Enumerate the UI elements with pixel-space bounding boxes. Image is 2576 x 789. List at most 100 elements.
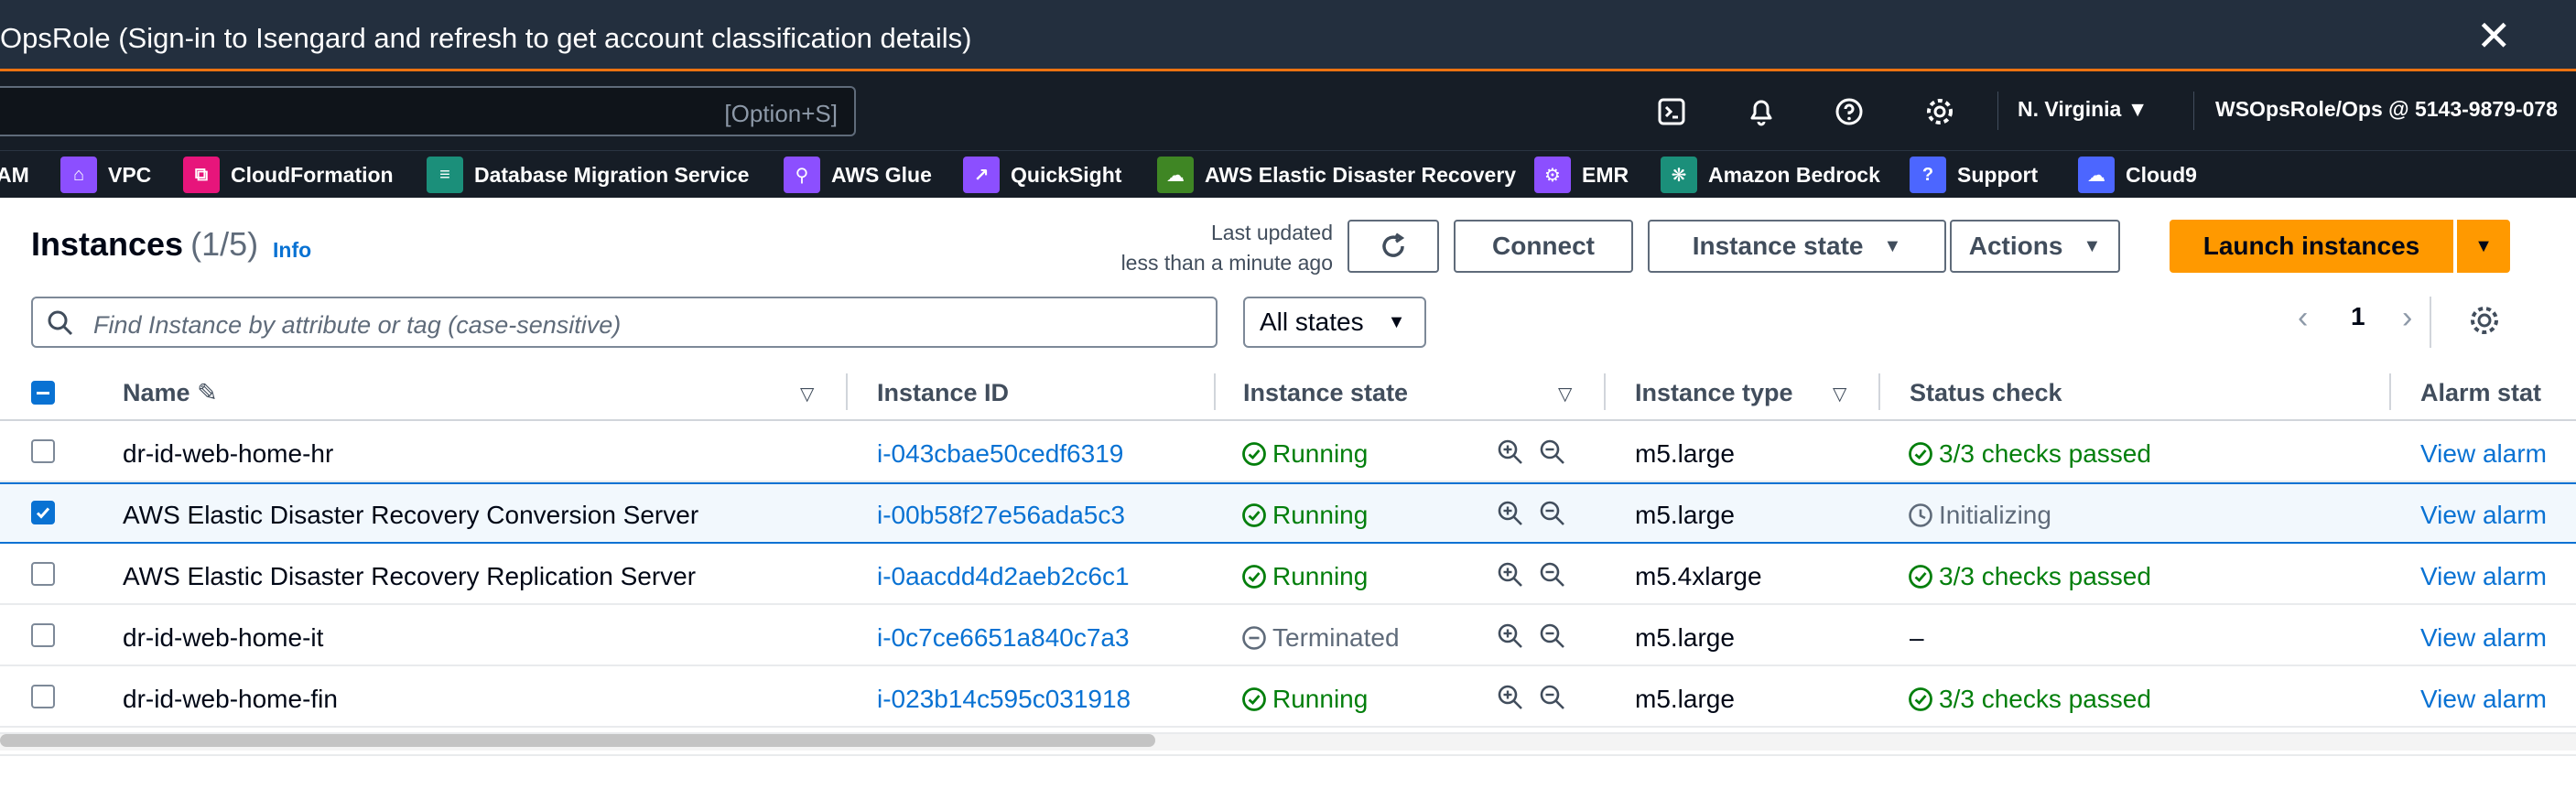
info-link[interactable]: Info bbox=[273, 238, 311, 263]
status-check: 3/3 checks passed bbox=[1908, 562, 2151, 591]
favorite-cloudformation[interactable]: ⧉ CloudFormation bbox=[183, 157, 394, 193]
favorite-elastic-disaster-recovery[interactable]: ☁ AWS Elastic Disaster Recovery bbox=[1157, 157, 1516, 193]
row-checkbox[interactable] bbox=[31, 439, 55, 463]
search-input[interactable]: Find Instance by attribute or tag (case-… bbox=[31, 297, 1218, 348]
account-banner: OpsRole (Sign-in to Isengard and refresh… bbox=[0, 0, 2576, 71]
current-page[interactable]: 1 bbox=[2351, 302, 2365, 331]
instance-id-link[interactable]: i-043cbae50cedf6319 bbox=[877, 439, 1123, 469]
column-alarm-status[interactable]: Alarm stat bbox=[2420, 379, 2541, 407]
favorite-label: VPC bbox=[108, 162, 152, 187]
scrollbar-thumb[interactable] bbox=[0, 734, 1155, 747]
instance-state-label: Instance state bbox=[1692, 232, 1864, 260]
states-select[interactable]: All states ▼ bbox=[1243, 297, 1426, 348]
zoom-out-icon[interactable] bbox=[1538, 499, 1567, 528]
table-row[interactable]: AWS Elastic Disaster Recovery Conversion… bbox=[0, 482, 2576, 544]
account-menu[interactable]: WSOpsRole/Ops @ 5143-9879-078 bbox=[2215, 97, 2558, 122]
launch-instances-button[interactable]: Launch instances bbox=[2170, 220, 2453, 273]
instance-name: AWS Elastic Disaster Recovery Conversion… bbox=[123, 501, 699, 529]
instance-state-dropdown[interactable]: Instance state ▼ bbox=[1648, 220, 1946, 273]
search-input[interactable]: [Option+S] bbox=[0, 86, 856, 136]
favorite-iam[interactable]: AM bbox=[0, 157, 29, 193]
column-instance-type[interactable]: Instance type bbox=[1635, 379, 1793, 407]
favorite-quicksight[interactable]: ↗ QuickSight bbox=[963, 157, 1121, 193]
filter-caret-icon[interactable]: ▽ bbox=[1833, 383, 1846, 405]
instances-panel: Instances (1/5) Info Last updated less th… bbox=[0, 198, 2576, 789]
nav-divider bbox=[2193, 92, 2194, 130]
zoom-in-icon[interactable] bbox=[1496, 438, 1525, 467]
last-updated-value: less than a minute ago bbox=[1120, 251, 1333, 275]
column-divider bbox=[1604, 373, 1606, 410]
close-icon[interactable]: ✕ bbox=[2476, 15, 2512, 57]
settings-icon[interactable] bbox=[1921, 93, 1958, 130]
favorite-cloud9[interactable]: ☁ Cloud9 bbox=[2078, 157, 2197, 193]
zoom-in-icon[interactable] bbox=[1496, 621, 1525, 651]
table-row[interactable]: dr-id-web-home-fin i-023b14c595c031918 R… bbox=[0, 666, 2576, 728]
row-checkbox[interactable] bbox=[31, 501, 55, 524]
cloudshell-icon[interactable] bbox=[1653, 93, 1690, 130]
instance-id-link[interactable]: i-023b14c595c031918 bbox=[877, 685, 1131, 714]
status-check-text: – bbox=[1910, 623, 1924, 652]
row-checkbox[interactable] bbox=[31, 685, 55, 708]
selection-count: (1/5) bbox=[190, 225, 259, 263]
instance-state: Running bbox=[1241, 501, 1368, 530]
table-row[interactable]: dr-id-web-home-it i-0c7ce6651a840c7a3 Te… bbox=[0, 605, 2576, 666]
top-navigation: [Option+S] N. Virginia ▼ WSOpsRole/Ops @… bbox=[0, 71, 2576, 150]
connect-button[interactable]: Connect bbox=[1454, 220, 1633, 273]
favorite-amazon-bedrock[interactable]: ❋ Amazon Bedrock bbox=[1661, 157, 1880, 193]
view-alarms-link[interactable]: View alarm bbox=[2420, 623, 2547, 653]
zoom-out-icon[interactable] bbox=[1538, 621, 1567, 651]
zoom-out-icon[interactable] bbox=[1538, 560, 1567, 589]
filter-caret-icon[interactable]: ▽ bbox=[800, 383, 814, 405]
view-alarms-link[interactable]: View alarm bbox=[2420, 685, 2547, 714]
filter-caret-icon[interactable]: ▽ bbox=[1558, 383, 1572, 405]
instance-name: dr-id-web-home-hr bbox=[123, 439, 334, 468]
zoom-in-icon[interactable] bbox=[1496, 560, 1525, 589]
instance-state-text: Running bbox=[1272, 685, 1369, 713]
notifications-icon[interactable] bbox=[1743, 93, 1780, 130]
favorite-aws-glue[interactable]: ⚲ AWS Glue bbox=[784, 157, 932, 193]
table-row[interactable]: AWS Elastic Disaster Recovery Replicatio… bbox=[0, 544, 2576, 605]
view-alarms-link[interactable]: View alarm bbox=[2420, 439, 2547, 469]
zoom-out-icon[interactable] bbox=[1538, 683, 1567, 712]
row-checkbox[interactable] bbox=[31, 562, 55, 586]
previous-page-icon[interactable]: ‹ bbox=[2298, 300, 2308, 336]
table-row[interactable]: dr-id-web-home-hr i-043cbae50cedf6319 Ru… bbox=[0, 421, 2576, 482]
instance-id-link[interactable]: i-00b58f27e56ada5c3 bbox=[877, 501, 1125, 530]
next-page-icon[interactable]: › bbox=[2402, 300, 2412, 336]
preferences-icon[interactable] bbox=[2466, 302, 2503, 339]
edit-pencil-icon: ✎ bbox=[197, 379, 218, 406]
select-all-checkbox[interactable] bbox=[31, 381, 55, 405]
actions-dropdown[interactable]: Actions ▼ bbox=[1950, 220, 2120, 273]
column-name[interactable]: Name ✎ bbox=[123, 379, 218, 407]
view-alarms-link[interactable]: View alarm bbox=[2420, 562, 2547, 591]
favorite-label: CloudFormation bbox=[231, 162, 394, 187]
check-circle-icon bbox=[1242, 442, 1266, 466]
instance-id-link[interactable]: i-0c7ce6651a840c7a3 bbox=[877, 623, 1130, 653]
instance-id-link[interactable]: i-0aacdd4d2aeb2c6c1 bbox=[877, 562, 1130, 591]
row-checkbox[interactable] bbox=[31, 623, 55, 647]
zoom-out-icon[interactable] bbox=[1538, 438, 1567, 467]
refresh-button[interactable] bbox=[1348, 220, 1439, 273]
column-instance-id[interactable]: Instance ID bbox=[877, 379, 1009, 407]
favorite-support[interactable]: ? Support bbox=[1910, 157, 2038, 193]
zoom-in-icon[interactable] bbox=[1496, 499, 1525, 528]
last-updated: Last updated less than a minute ago bbox=[1007, 218, 1333, 278]
column-instance-state[interactable]: Instance state bbox=[1243, 379, 1408, 407]
instance-type: m5.4xlarge bbox=[1635, 562, 1762, 590]
launch-options-dropdown[interactable]: ▼ bbox=[2457, 220, 2510, 273]
favorite-label: Cloud9 bbox=[2126, 162, 2197, 187]
favorite-database-migration-service[interactable]: ≡ Database Migration Service bbox=[427, 157, 749, 193]
region-selector[interactable]: N. Virginia ▼ bbox=[2018, 97, 2148, 122]
zoom-in-icon[interactable] bbox=[1496, 683, 1525, 712]
table-footer bbox=[0, 754, 2576, 789]
favorite-vpc[interactable]: ⌂ VPC bbox=[60, 157, 151, 193]
clock-icon bbox=[1909, 503, 1932, 527]
states-select-value: All states bbox=[1260, 308, 1364, 336]
view-alarms-link[interactable]: View alarm bbox=[2420, 501, 2547, 530]
page-title-text: Instances bbox=[31, 225, 184, 263]
column-status-check[interactable]: Status check bbox=[1910, 379, 2062, 407]
favorite-emr[interactable]: ⚙ EMR bbox=[1534, 157, 1629, 193]
check-circle-icon bbox=[1242, 565, 1266, 589]
help-icon[interactable] bbox=[1831, 93, 1867, 130]
status-check-text: 3/3 checks passed bbox=[1939, 685, 2151, 713]
